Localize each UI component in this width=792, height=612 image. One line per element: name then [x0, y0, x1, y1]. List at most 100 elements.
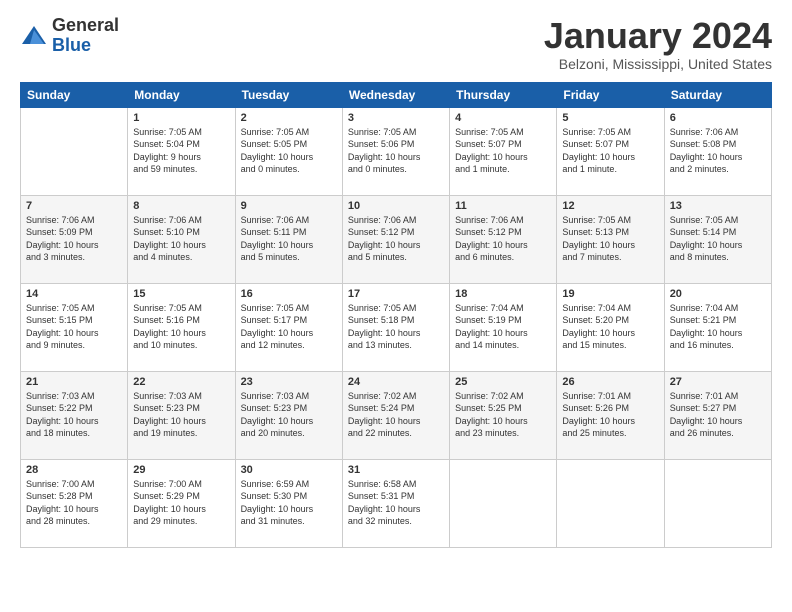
calendar-cell [664, 459, 771, 547]
day-number: 5 [562, 112, 658, 124]
calendar-cell: 27 Sunrise: 7:01 AMSunset: 5:27 PMDayligh… [664, 371, 771, 459]
day-number: 1 [133, 112, 229, 124]
day-info: Sunrise: 7:05 AMSunset: 5:07 PMDaylight:… [455, 126, 551, 176]
day-info: Sunrise: 7:04 AMSunset: 5:21 PMDaylight:… [670, 302, 766, 352]
header-cell-friday: Friday [557, 82, 664, 107]
calendar-cell: 29 Sunrise: 7:00 AMSunset: 5:29 PMDayligh… [128, 459, 235, 547]
day-info: Sunrise: 7:05 AMSunset: 5:06 PMDaylight:… [348, 126, 444, 176]
day-number: 28 [26, 464, 122, 476]
week-row-3: 21Sunrise: 7:03 AMSunset: 5:22 PMDayligh… [21, 371, 772, 459]
day-info: Sunrise: 7:05 AMSunset: 5:07 PMDaylight:… [562, 126, 658, 176]
day-number: 12 [562, 200, 658, 212]
day-number: 18 [455, 288, 551, 300]
day-number: 14 [26, 288, 122, 300]
day-info: Sunrise: 7:06 AMSunset: 5:10 PMDaylight:… [133, 214, 229, 264]
day-number: 10 [348, 200, 444, 212]
day-info: Sunrise: 7:06 AMSunset: 5:08 PMDaylight:… [670, 126, 766, 176]
day-info: Sunrise: 7:05 AMSunset: 5:17 PMDaylight:… [241, 302, 337, 352]
calendar-cell [21, 107, 128, 195]
calendar-cell: 21Sunrise: 7:03 AMSunset: 5:22 PMDayligh… [21, 371, 128, 459]
day-info: Sunrise: 7:06 AMSunset: 5:12 PMDaylight:… [455, 214, 551, 264]
calendar-cell: 12Sunrise: 7:05 AMSunset: 5:13 PMDayligh… [557, 195, 664, 283]
day-number: 29 [133, 464, 229, 476]
calendar-cell: 30 Sunrise: 6:59 AMSunset: 5:30 PMDayligh… [235, 459, 342, 547]
day-info: Sunrise: 7:05 AMSunset: 5:14 PMDaylight:… [670, 214, 766, 264]
calendar-cell: 19Sunrise: 7:04 AMSunset: 5:20 PMDayligh… [557, 283, 664, 371]
day-info: Sunrise: 7:02 AMSunset: 5:24 PMDaylight:… [348, 390, 444, 440]
calendar-cell [450, 459, 557, 547]
day-number: 27 [670, 376, 766, 388]
day-info: Sunrise: 7:02 AMSunset: 5:25 PMDaylight:… [455, 390, 551, 440]
day-info: Sunrise: 7:05 AMSunset: 5:16 PMDaylight:… [133, 302, 229, 352]
header-cell-tuesday: Tuesday [235, 82, 342, 107]
day-info: Sunrise: 7:00 AMSunset: 5:29 PMDaylight:… [133, 478, 229, 528]
calendar-header: SundayMondayTuesdayWednesdayThursdayFrid… [21, 82, 772, 107]
day-number: 6 [670, 112, 766, 124]
day-number: 23 [241, 376, 337, 388]
calendar-cell: 25 Sunrise: 7:02 AMSunset: 5:25 PMDayligh… [450, 371, 557, 459]
calendar-cell: 14 Sunrise: 7:05 AMSunset: 5:15 PMDayligh… [21, 283, 128, 371]
calendar-cell: 1 Sunrise: 7:05 AMSunset: 5:04 PMDaylight… [128, 107, 235, 195]
calendar-cell: 24Sunrise: 7:02 AMSunset: 5:24 PMDayligh… [342, 371, 449, 459]
logo-general: General [52, 16, 119, 36]
day-info: Sunrise: 7:00 AMSunset: 5:28 PMDaylight:… [26, 478, 122, 528]
header-row: SundayMondayTuesdayWednesdayThursdayFrid… [21, 82, 772, 107]
day-number: 25 [455, 376, 551, 388]
week-row-2: 14 Sunrise: 7:05 AMSunset: 5:15 PMDayligh… [21, 283, 772, 371]
calendar-cell: 16 Sunrise: 7:05 AMSunset: 5:17 PMDayligh… [235, 283, 342, 371]
calendar-cell: 20 Sunrise: 7:04 AMSunset: 5:21 PMDayligh… [664, 283, 771, 371]
day-number: 15 [133, 288, 229, 300]
day-info: Sunrise: 7:03 AMSunset: 5:22 PMDaylight:… [26, 390, 122, 440]
page-header: General Blue January 2024 Belzoni, Missi… [20, 16, 772, 72]
calendar-cell: 6 Sunrise: 7:06 AMSunset: 5:08 PMDaylight… [664, 107, 771, 195]
calendar-cell: 9 Sunrise: 7:06 AMSunset: 5:11 PMDaylight… [235, 195, 342, 283]
day-info: Sunrise: 7:05 AMSunset: 5:05 PMDaylight:… [241, 126, 337, 176]
day-info: Sunrise: 7:06 AMSunset: 5:12 PMDaylight:… [348, 214, 444, 264]
calendar-cell: 10 Sunrise: 7:06 AMSunset: 5:12 PMDayligh… [342, 195, 449, 283]
day-number: 11 [455, 200, 551, 212]
day-number: 31 [348, 464, 444, 476]
header-cell-monday: Monday [128, 82, 235, 107]
calendar-cell: 31 Sunrise: 6:58 AMSunset: 5:31 PMDayligh… [342, 459, 449, 547]
day-info: Sunrise: 7:05 AMSunset: 5:04 PMDaylight:… [133, 126, 229, 176]
day-info: Sunrise: 7:01 AMSunset: 5:27 PMDaylight:… [670, 390, 766, 440]
day-number: 20 [670, 288, 766, 300]
calendar-cell: 28 Sunrise: 7:00 AMSunset: 5:28 PMDayligh… [21, 459, 128, 547]
week-row-0: 1 Sunrise: 7:05 AMSunset: 5:04 PMDaylight… [21, 107, 772, 195]
calendar-cell: 18 Sunrise: 7:04 AMSunset: 5:19 PMDayligh… [450, 283, 557, 371]
calendar-table: SundayMondayTuesdayWednesdayThursdayFrid… [20, 82, 772, 548]
day-number: 16 [241, 288, 337, 300]
day-info: Sunrise: 7:03 AMSunset: 5:23 PMDaylight:… [241, 390, 337, 440]
page-container: General Blue January 2024 Belzoni, Missi… [0, 0, 792, 558]
day-info: Sunrise: 7:03 AMSunset: 5:23 PMDaylight:… [133, 390, 229, 440]
calendar-body: 1 Sunrise: 7:05 AMSunset: 5:04 PMDaylight… [21, 107, 772, 547]
day-info: Sunrise: 7:05 AMSunset: 5:18 PMDaylight:… [348, 302, 444, 352]
day-number: 3 [348, 112, 444, 124]
header-cell-saturday: Saturday [664, 82, 771, 107]
day-info: Sunrise: 7:04 AMSunset: 5:19 PMDaylight:… [455, 302, 551, 352]
day-number: 30 [241, 464, 337, 476]
day-number: 4 [455, 112, 551, 124]
day-info: Sunrise: 7:06 AMSunset: 5:09 PMDaylight:… [26, 214, 122, 264]
calendar-cell: 22Sunrise: 7:03 AMSunset: 5:23 PMDayligh… [128, 371, 235, 459]
day-number: 9 [241, 200, 337, 212]
calendar-cell: 17Sunrise: 7:05 AMSunset: 5:18 PMDayligh… [342, 283, 449, 371]
calendar-cell: 2 Sunrise: 7:05 AMSunset: 5:05 PMDaylight… [235, 107, 342, 195]
calendar-cell: 26Sunrise: 7:01 AMSunset: 5:26 PMDayligh… [557, 371, 664, 459]
calendar-cell: 13Sunrise: 7:05 AMSunset: 5:14 PMDayligh… [664, 195, 771, 283]
calendar-cell: 3 Sunrise: 7:05 AMSunset: 5:06 PMDaylight… [342, 107, 449, 195]
calendar-cell: 7 Sunrise: 7:06 AMSunset: 5:09 PMDaylight… [21, 195, 128, 283]
header-cell-thursday: Thursday [450, 82, 557, 107]
month-title: January 2024 [544, 16, 772, 56]
day-info: Sunrise: 7:05 AMSunset: 5:15 PMDaylight:… [26, 302, 122, 352]
logo-blue: Blue [52, 36, 119, 56]
day-number: 2 [241, 112, 337, 124]
day-number: 7 [26, 200, 122, 212]
day-info: Sunrise: 6:58 AMSunset: 5:31 PMDaylight:… [348, 478, 444, 528]
header-cell-wednesday: Wednesday [342, 82, 449, 107]
day-number: 26 [562, 376, 658, 388]
day-info: Sunrise: 7:06 AMSunset: 5:11 PMDaylight:… [241, 214, 337, 264]
title-block: January 2024 Belzoni, Mississippi, Unite… [544, 16, 772, 72]
day-info: Sunrise: 6:59 AMSunset: 5:30 PMDaylight:… [241, 478, 337, 528]
logo-icon [20, 22, 48, 50]
